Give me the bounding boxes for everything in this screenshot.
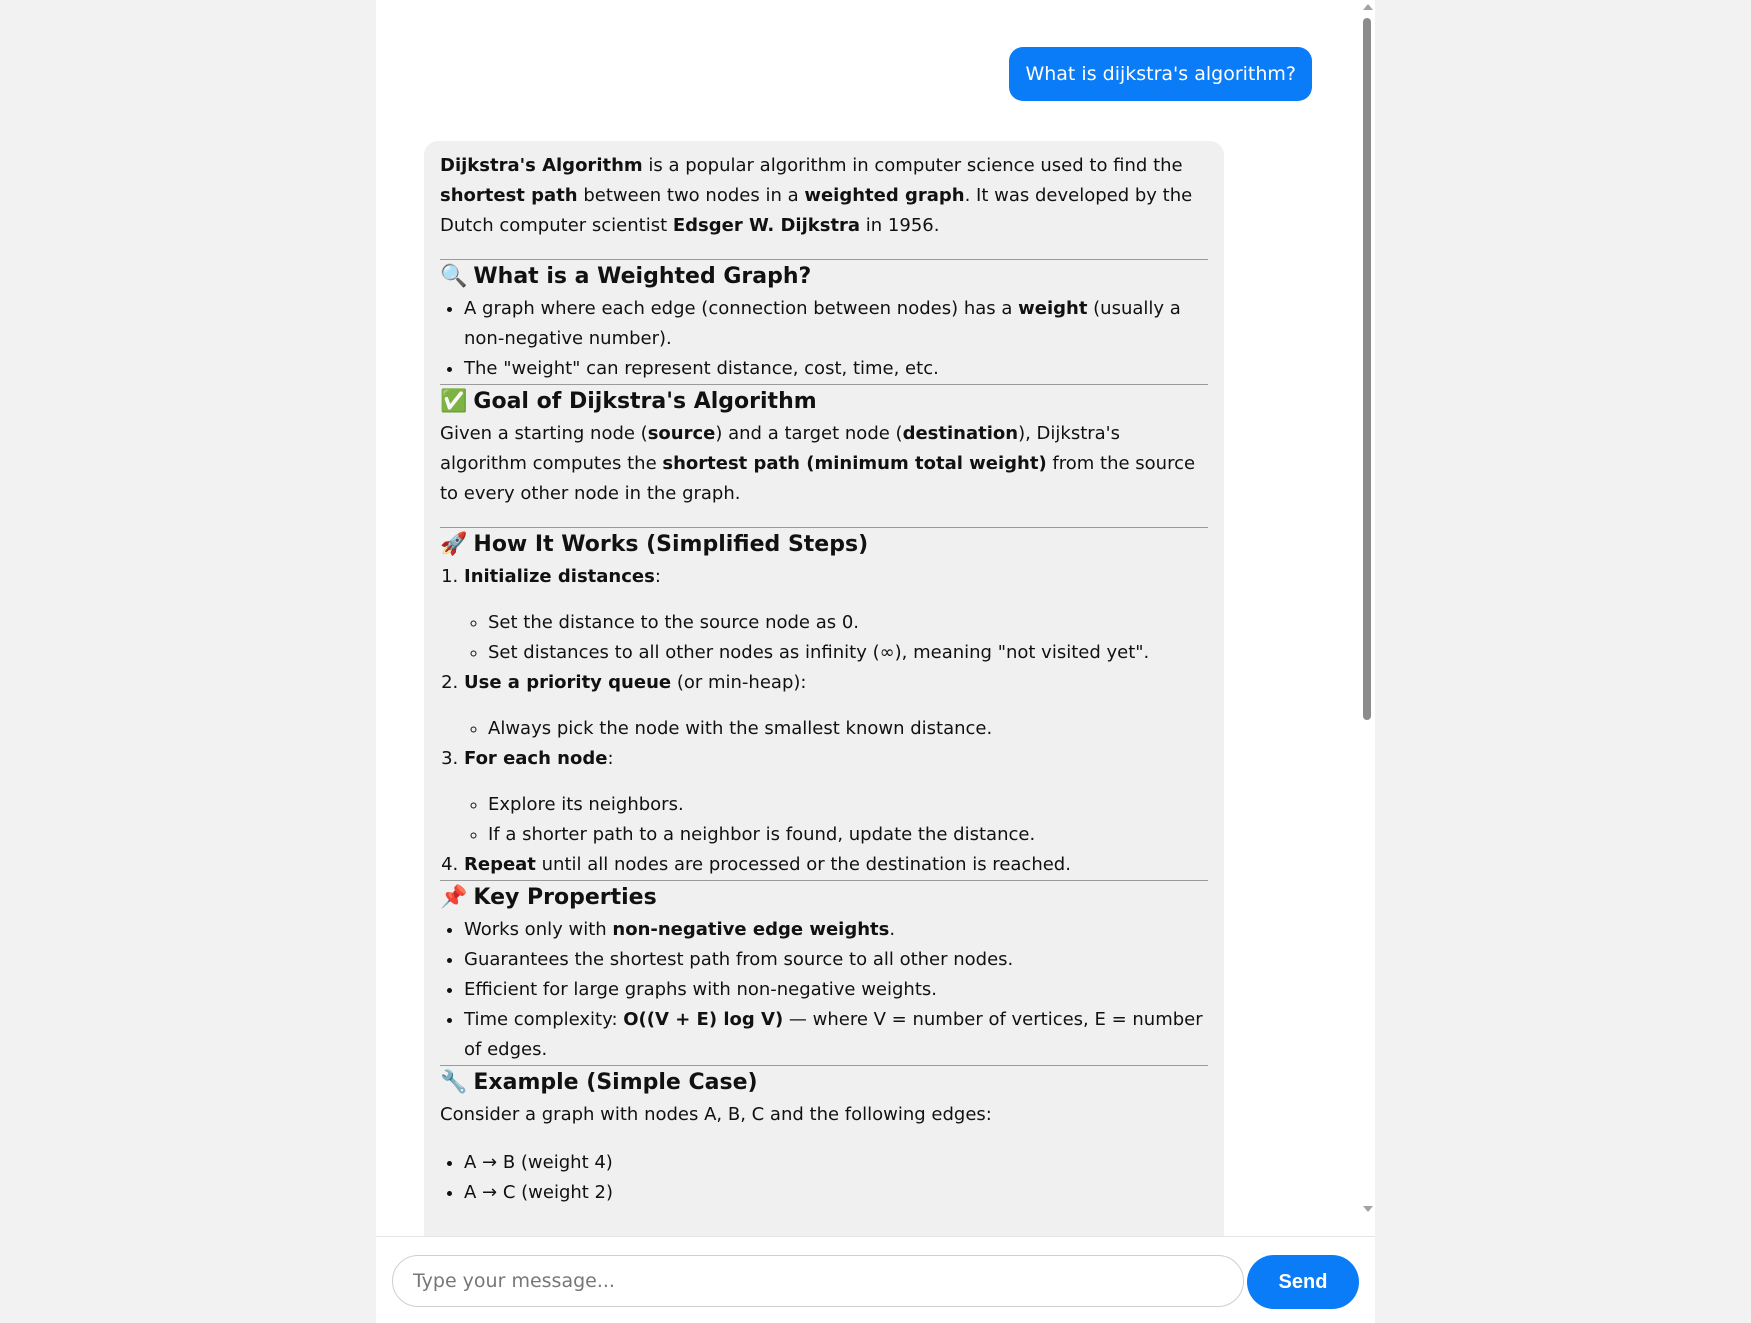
sub-list: Always pick the node with the smallest k… (464, 714, 1208, 744)
scroll-down-arrow-icon[interactable] (1363, 1206, 1373, 1212)
user-message-bubble: What is dijkstra's algorithm? (1009, 47, 1312, 101)
list-item: Guarantees the shortest path from source… (464, 945, 1208, 975)
list-item: The "weight" can represent distance, cos… (464, 354, 1208, 384)
list-item: Time complexity: O((V + E) log V) — wher… (464, 1005, 1208, 1065)
list-item: Always pick the node with the smallest k… (488, 714, 1208, 744)
section-heading-key-properties: 📌 Key Properties (440, 885, 657, 910)
list-item: Explore its neighbors. (488, 790, 1208, 820)
example-paragraph: Consider a graph with nodes A, B, C and … (440, 1104, 992, 1125)
chat-history[interactable]: What is dijkstra's algorithm? Dijkstra's… (376, 0, 1375, 1236)
list-item: Set the distance to the source node as 0… (488, 608, 1208, 638)
list-item: A → C (weight 2) (464, 1178, 1208, 1208)
message-input[interactable] (392, 1255, 1244, 1307)
section-heading-how-it-works: 🚀 How It Works (Simplified Steps) (440, 532, 869, 557)
list-item: Set distances to all other nodes as infi… (488, 638, 1208, 668)
steps-list: Initialize distances: Set the distance t… (440, 562, 1208, 880)
magnifier-icon: 🔍 (440, 264, 468, 289)
list-item: Initialize distances: Set the distance t… (464, 562, 1208, 668)
list-item: Works only with non-negative edge weight… (464, 915, 1208, 945)
message-composer: Send (376, 1236, 1375, 1323)
sub-list: Set the distance to the source node as 0… (464, 608, 1208, 668)
pushpin-icon: 📌 (440, 885, 468, 910)
scrollbar-thumb[interactable] (1363, 18, 1371, 720)
list-item: Use a priority queue (or min-heap): Alwa… (464, 668, 1208, 744)
goal-paragraph: Given a starting node (source) and a tar… (440, 423, 1196, 504)
section-heading-weighted-graph: 🔍 What is a Weighted Graph? (440, 264, 812, 289)
list-item: A graph where each edge (connection betw… (464, 294, 1208, 354)
list-item: Repeat until all nodes are processed or … (464, 850, 1208, 880)
section-heading-example: 🔧 Example (Simple Case) (440, 1070, 758, 1095)
list-item: A → B (weight 4) (464, 1148, 1208, 1178)
list-item: Efficient for large graphs with non-nega… (464, 975, 1208, 1005)
intro-paragraph: Dijkstra's Algorithm is a popular algori… (440, 155, 1193, 236)
wrench-icon: 🔧 (440, 1070, 468, 1095)
chat-app: What is dijkstra's algorithm? Dijkstra's… (376, 0, 1375, 1323)
section-heading-goal: ✅ Goal of Dijkstra's Algorithm (440, 389, 817, 414)
rocket-icon: 🚀 (440, 532, 468, 557)
bullet-list: Works only with non-negative edge weight… (440, 915, 1208, 1065)
scroll-up-arrow-icon[interactable] (1363, 4, 1373, 10)
assistant-message-bubble: Dijkstra's Algorithm is a popular algori… (424, 141, 1224, 1236)
send-button[interactable]: Send (1247, 1255, 1359, 1309)
chat-scrollbar[interactable] (1359, 0, 1375, 1222)
bullet-list: A graph where each edge (connection betw… (440, 294, 1208, 384)
list-item: For each node: Explore its neighbors. If… (464, 744, 1208, 850)
sub-list: Explore its neighbors. If a shorter path… (464, 790, 1208, 850)
check-mark-icon: ✅ (440, 389, 468, 414)
list-item: If a shorter path to a neighbor is found… (488, 820, 1208, 850)
bullet-list: A → B (weight 4) A → C (weight 2) (440, 1148, 1208, 1208)
